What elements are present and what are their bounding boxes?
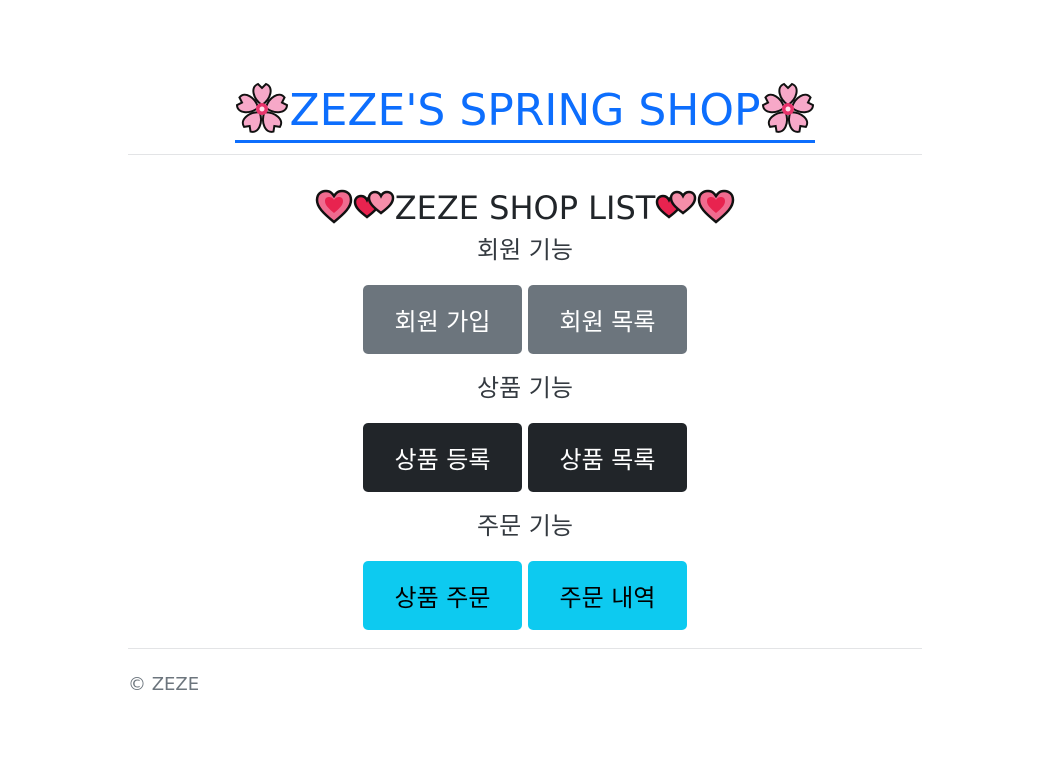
top-divider: [128, 154, 922, 155]
two-hearts-icon: [353, 190, 394, 219]
shop-list-heading: ZEZE SHOP LIST: [128, 186, 922, 230]
member-button-group: 회원 가입 회원 목록: [128, 285, 922, 354]
cherry-blossom-icon: [235, 82, 290, 136]
product-list-button[interactable]: 상품 목록: [528, 423, 687, 492]
bottom-divider: [128, 648, 922, 649]
header: ZEZE'S SPRING SHOP: [128, 82, 922, 143]
shop-list-title: ZEZE SHOP LIST: [394, 189, 656, 227]
footer-copyright: © ZEZE: [128, 674, 200, 695]
cherry-blossom-icon: [760, 82, 815, 136]
member-join-button[interactable]: 회원 가입: [363, 285, 522, 354]
member-list-button[interactable]: 회원 목록: [528, 285, 687, 354]
order-section-label: 주문 기능: [477, 512, 573, 540]
two-hearts-icon: [656, 190, 697, 219]
order-button-group: 상품 주문 주문 내역: [128, 561, 922, 630]
product-button-group: 상품 등록 상품 목록: [128, 423, 922, 492]
sparkling-heart-icon: [315, 189, 352, 224]
shop-title-link[interactable]: ZEZE'S SPRING SHOP: [235, 82, 815, 143]
member-section-label: 회원 기능: [477, 236, 573, 264]
product-section-label: 상품 기능: [477, 374, 573, 402]
product-register-button[interactable]: 상품 등록: [363, 423, 522, 492]
shop-title-text: ZEZE'S SPRING SHOP: [289, 85, 761, 136]
sparkling-heart-icon: [698, 189, 735, 224]
order-history-button[interactable]: 주문 내역: [528, 561, 687, 630]
product-order-button[interactable]: 상품 주문: [363, 561, 522, 630]
